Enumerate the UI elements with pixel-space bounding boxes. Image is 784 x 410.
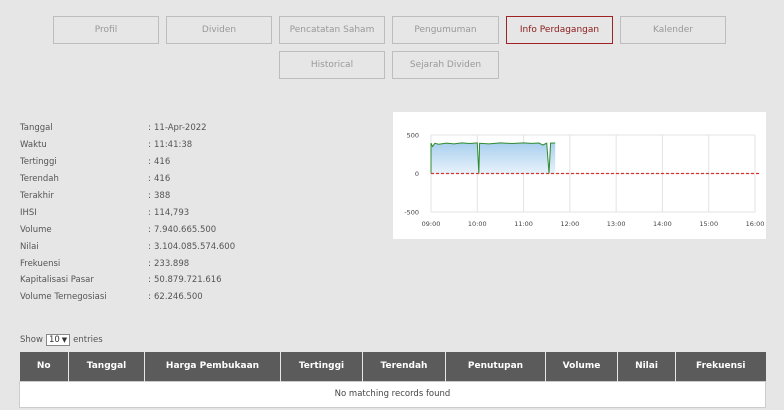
info-row-frekuensi: Frekuensi:233.898 xyxy=(20,258,190,269)
x-tick-label: 09:00 xyxy=(422,220,441,228)
entries-label: entries xyxy=(73,335,103,345)
chevron-down-icon: ▼ xyxy=(61,336,68,344)
tab-dividen[interactable]: Dividen xyxy=(166,16,272,44)
x-tick-label: 13:00 xyxy=(607,220,626,228)
column-tertinggi[interactable]: Tertinggi xyxy=(280,352,363,381)
entries-select[interactable]: 10 ▼ xyxy=(45,334,71,346)
entries-control: Show 10 ▼ entries xyxy=(20,334,103,346)
info-row-nilai: Nilai:3.104.085.574.600 xyxy=(20,241,236,252)
table-row: No matching records found xyxy=(19,380,766,408)
info-row-volume-ternegosiasi: Volume Ternegosiasi:62.246.500 xyxy=(20,292,203,303)
column-penutupan[interactable]: Penutupan xyxy=(445,352,546,381)
table-header-row: No Tanggal Harga Pembukaan Tertinggi Ter… xyxy=(19,352,766,381)
column-volume[interactable]: Volume xyxy=(545,352,618,381)
x-tick-label: 16:00 xyxy=(746,220,765,228)
tab-pencatatan-saham[interactable]: Pencatatan Saham xyxy=(279,16,385,44)
x-tick-label: 10:00 xyxy=(468,220,487,228)
info-row-terendah: Terendah:416 xyxy=(20,174,171,185)
tab-info-perdagangan[interactable]: Info Perdagangan xyxy=(506,16,613,44)
info-row-terakhir: Terakhir:388 xyxy=(20,191,171,201)
info-row-kapitalisasi-pasar: Kapitalisasi Pasar:50.879.721.616 xyxy=(20,275,222,286)
info-row-ihsi: IHSI:114,793 xyxy=(20,207,190,218)
column-harga-pembukaan[interactable]: Harga Pembukaan xyxy=(144,352,281,381)
column-no[interactable]: No xyxy=(19,352,69,381)
trading-history-table: No Tanggal Harga Pembukaan Tertinggi Ter… xyxy=(19,352,766,408)
show-label: Show xyxy=(20,335,43,345)
empty-message: No matching records found xyxy=(19,380,766,408)
intraday-chart: 500 0 -500 09:00 10:00 11:00 12:00 13:00 14:00 15… xyxy=(393,112,766,239)
trading-info-list: Tanggal:11-Apr-2022 Waktu:11:41:38 Terti… xyxy=(20,120,320,306)
entries-select-value: 10 xyxy=(48,335,60,345)
y-tick-label: 500 xyxy=(407,132,419,140)
series-area xyxy=(431,142,556,174)
info-row-tanggal: Tanggal:11-Apr-2022 xyxy=(20,123,207,134)
tab-profil[interactable]: Profil xyxy=(53,16,159,44)
x-tick-label: 12:00 xyxy=(560,220,579,228)
y-tick-label: -500 xyxy=(404,209,419,217)
column-terendah[interactable]: Terendah xyxy=(362,352,446,381)
info-row-volume: Volume:7.940.665.500 xyxy=(20,224,217,235)
column-frekuensi[interactable]: Frekuensi xyxy=(675,352,766,381)
tab-sejarah-dividen[interactable]: Sejarah Dividen xyxy=(392,51,499,79)
column-nilai[interactable]: Nilai xyxy=(617,352,676,381)
tab-pengumuman[interactable]: Pengumuman xyxy=(392,16,499,44)
x-tick-label: 14:00 xyxy=(653,220,672,228)
x-tick-label: 11:00 xyxy=(514,220,533,228)
y-tick-label: 0 xyxy=(415,170,419,178)
tab-historical[interactable]: Historical xyxy=(279,51,385,79)
intraday-chart-svg: 500 0 -50009:00 10:00 11:00 12:00 13:00 14:00 15… xyxy=(404,132,765,229)
tab-kalender[interactable]: Kalender xyxy=(620,16,726,44)
info-row-tertinggi: Tertinggi:416 xyxy=(20,157,171,168)
column-tanggal[interactable]: Tanggal xyxy=(68,352,145,381)
x-tick-label: 15:00 xyxy=(699,220,718,228)
info-row-waktu: Waktu:11:41:38 xyxy=(20,140,193,151)
